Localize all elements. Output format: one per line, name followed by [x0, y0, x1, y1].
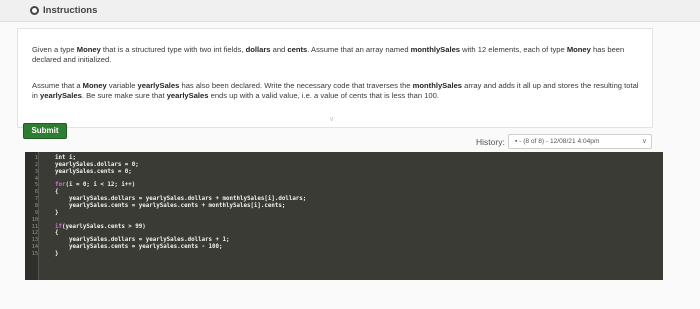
code-token: }: [55, 250, 59, 257]
text: that is a structured type with two int f…: [100, 45, 246, 54]
code-text: }: [55, 251, 59, 258]
code-token: {: [55, 189, 59, 196]
code-token: yearlySales.dollars = 0;: [55, 161, 139, 168]
instruction-paragraph-2: Assume that a Money variable yearlySales…: [32, 81, 640, 101]
code-token: yearlySales.dollars = yearlySales.dollar…: [55, 237, 230, 244]
code-token: }: [55, 209, 59, 216]
bold-term: Money: [566, 45, 591, 54]
bold-term: yearlySales: [166, 91, 209, 100]
bold-term: monthlySales: [412, 81, 463, 90]
bold-term: dollars: [245, 45, 271, 54]
bold-term: Money: [76, 45, 101, 54]
chevron-down-icon: ∨: [641, 138, 647, 145]
text: with 12 elements, each of type: [460, 45, 567, 54]
code-token: yearlySales.cents = yearlySales.cents - …: [55, 244, 223, 251]
text: and: [270, 45, 288, 54]
code-token: {: [55, 230, 59, 237]
bold-term: cents: [287, 45, 308, 54]
code-token: int i;: [55, 155, 76, 161]
code-token: yearlySales.cents = yearlySales.cents + …: [55, 202, 286, 209]
code-editor[interactable]: 1 int i; 2 yearlySales.dollars = 0; 3 yearlyS…: [25, 152, 663, 280]
instruction-paragraph-1: Given a type Money that is a structured …: [32, 45, 640, 65]
submit-button[interactable]: Submit: [23, 123, 67, 139]
history-selected-value: ▪ - (8 of 8) - 12/08/21 4:04pm: [515, 138, 600, 145]
line-number: 15: [31, 250, 38, 257]
bold-term: Money: [82, 81, 107, 90]
history-dropdown[interactable]: ▪ - (8 of 8) - 12/08/21 4:04pm ∨: [508, 134, 652, 149]
header-title: Instructions: [43, 5, 98, 16]
text: variable: [106, 81, 138, 90]
text: has also been declared. Write the necess…: [179, 81, 413, 90]
instructions-panel: Given a type Money that is a structured …: [17, 28, 653, 128]
bold-term: yearlySales: [40, 91, 82, 100]
text: . Assume that an array named: [307, 45, 411, 54]
code-token: (i = 0; i < 12; i++): [65, 182, 136, 189]
bold-term: monthlySales: [410, 45, 461, 54]
text: . Be sure make sure that: [81, 91, 167, 100]
history-label: History:: [476, 137, 505, 147]
code-token: yearlySales.cents = 0;: [55, 168, 132, 175]
code-line[interactable]: 15}: [25, 251, 663, 258]
bold-term: yearlySales: [137, 81, 180, 90]
collapse-circle-icon[interactable]: [30, 6, 39, 15]
keyword-token: for: [55, 182, 66, 189]
instructions-header[interactable]: Instructions: [0, 0, 700, 22]
text: Assume that a: [32, 81, 83, 90]
code-token: (yearlySales.cents > 99): [61, 223, 146, 230]
code-token: yearlySales.dollars = yearlySales.dollar…: [55, 196, 307, 203]
expand-chevron-icon[interactable]: ∨: [329, 115, 334, 123]
text: Given a type: [32, 45, 77, 54]
keyword-token: if: [55, 223, 62, 230]
text: ends up with a valid value, i.e. a value…: [208, 91, 439, 100]
